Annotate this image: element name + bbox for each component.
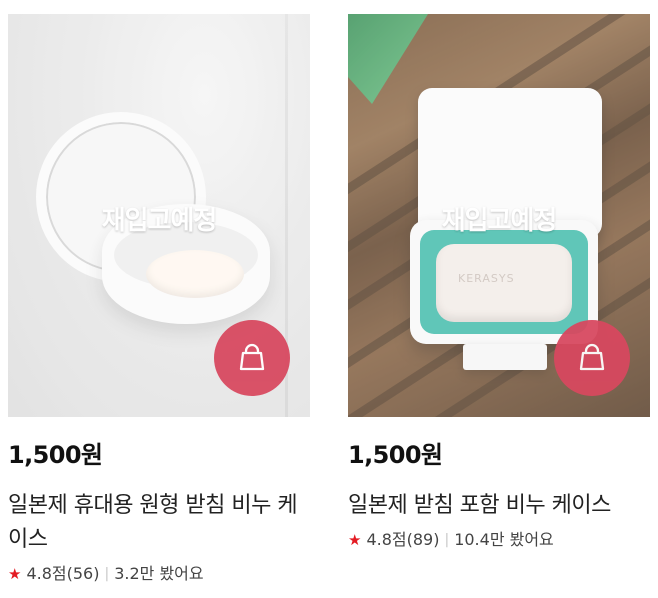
star-icon: ★ — [8, 564, 22, 583]
shopping-bag-icon — [239, 343, 265, 371]
meta-divider: | — [104, 566, 110, 582]
product-price: 1,500원 — [8, 441, 103, 469]
product-name[interactable]: 일본제 휴대용 원형 받침 비누 케이스 — [8, 489, 310, 557]
add-to-cart-button[interactable] — [214, 320, 290, 396]
product-card[interactable]: KERASYS 재입고예정 1,500원 일본제 받침 포함 비누 케이스 ★ … — [348, 14, 650, 598]
product-rating: 4.8점(89) — [366, 530, 440, 549]
product-meta: ★ 4.8점(89) | 10.4만 봤어요 — [348, 529, 650, 551]
product-price: 1,500원 — [348, 441, 443, 469]
star-icon: ★ — [348, 530, 362, 549]
add-to-cart-button[interactable] — [554, 320, 630, 396]
product-rating: 4.8점(56) — [26, 564, 100, 583]
shopping-bag-icon — [579, 343, 605, 371]
meta-divider: | — [444, 532, 450, 548]
product-views: 3.2만 봤어요 — [114, 564, 204, 583]
product-image[interactable]: 재입고예정 — [8, 14, 310, 417]
restock-label: 재입고예정 — [441, 206, 558, 236]
product-image[interactable]: KERASYS 재입고예정 — [348, 14, 650, 417]
restock-label: 재입고예정 — [101, 206, 218, 236]
product-name[interactable]: 일본제 받침 포함 비누 케이스 — [348, 489, 650, 523]
product-meta: ★ 4.8점(56) | 3.2만 봤어요 — [8, 563, 310, 585]
product-views: 10.4만 봤어요 — [454, 530, 554, 549]
product-card[interactable]: 재입고예정 1,500원 일본제 휴대용 원형 받침 비누 케이스 ★ 4.8점… — [8, 14, 310, 598]
product-grid: 재입고예정 1,500원 일본제 휴대용 원형 받침 비누 케이스 ★ 4.8점… — [0, 0, 658, 598]
